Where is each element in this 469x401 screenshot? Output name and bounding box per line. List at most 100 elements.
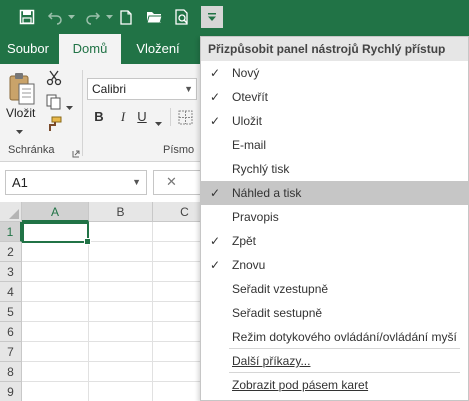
menu-item-label: E-mail: [232, 138, 267, 152]
underline-dropdown-icon[interactable]: [155, 116, 162, 130]
menu-item-redo[interactable]: ✓ Znovu: [201, 253, 468, 277]
customize-qat-menu: Přizpůsobit panel nástrojů Rychlý přístu…: [200, 36, 469, 401]
cancel-icon[interactable]: ✕: [166, 174, 177, 190]
menu-item-sort-descending[interactable]: Seřadit sestupně: [201, 301, 468, 325]
copy-dropdown-icon[interactable]: [66, 100, 73, 114]
row-header[interactable]: 4: [0, 282, 22, 302]
row-header[interactable]: 7: [0, 342, 22, 362]
menu-item-sort-ascending[interactable]: Seřadit vzestupně: [201, 277, 468, 301]
menu-item-label: Náhled a tisk: [232, 186, 302, 200]
column-header-a[interactable]: A: [22, 202, 89, 222]
row-header[interactable]: 5: [0, 302, 22, 322]
menu-item-label: Další příkazy...: [232, 354, 311, 368]
menu-item-print-preview[interactable]: ✓ Náhled a tisk: [201, 181, 468, 205]
row-header[interactable]: 9: [0, 382, 22, 401]
copy-icon[interactable]: [46, 94, 62, 113]
redo-icon[interactable]: [82, 6, 104, 28]
tab-file[interactable]: Soubor: [0, 34, 56, 64]
name-box[interactable]: A1 ▼: [5, 170, 147, 195]
menu-item-label: Otevřít: [232, 90, 269, 104]
check-icon: ✓: [209, 258, 221, 272]
undo-dropdown-icon[interactable]: [66, 6, 76, 28]
row-header[interactable]: 3: [0, 262, 22, 282]
check-icon: ✓: [209, 234, 221, 248]
grid-cell[interactable]: [22, 362, 89, 382]
menu-item-label: Znovu: [232, 258, 266, 272]
cut-icon[interactable]: [46, 70, 62, 89]
name-box-value: A1: [12, 175, 28, 190]
tab-home[interactable]: Domů: [59, 34, 121, 64]
menu-item-save[interactable]: ✓ Uložit: [201, 109, 468, 133]
group-separator: [82, 70, 83, 156]
menu-item-more-commands[interactable]: Další příkazy...: [201, 349, 468, 373]
menu-item-undo[interactable]: ✓ Zpět: [201, 229, 468, 253]
select-all-corner[interactable]: [0, 202, 22, 222]
format-painter-icon[interactable]: [46, 116, 62, 135]
bold-button[interactable]: B: [91, 108, 107, 126]
menu-item-label: Zpět: [232, 234, 257, 248]
menu-item-email[interactable]: E-mail: [201, 133, 468, 157]
grid-cell[interactable]: [89, 382, 153, 401]
new-icon[interactable]: [116, 6, 136, 28]
grid-cell[interactable]: [22, 322, 89, 342]
menu-item-open[interactable]: ✓ Otevřít: [201, 85, 468, 109]
undo-icon[interactable]: [44, 6, 66, 28]
grid-cell[interactable]: [22, 302, 89, 322]
name-box-dropdown-icon[interactable]: ▼: [132, 171, 141, 194]
active-cell[interactable]: [22, 222, 91, 245]
format-separator: [170, 108, 171, 126]
font-name-value: Calibri: [92, 82, 127, 96]
underline-button[interactable]: U: [134, 108, 150, 126]
menu-item-new[interactable]: ✓ Nový: [201, 61, 468, 85]
menu-item-label: Uložit: [232, 114, 263, 128]
quick-access-toolbar: [0, 0, 469, 34]
row-header[interactable]: 6: [0, 322, 22, 342]
grid-cell[interactable]: [89, 342, 153, 362]
save-icon[interactable]: [16, 6, 38, 28]
grid-cell[interactable]: [89, 242, 153, 262]
font-name-box[interactable]: Calibri ▼: [87, 78, 197, 100]
paste-dropdown-icon[interactable]: [16, 124, 23, 138]
column-header-b[interactable]: B: [89, 202, 153, 222]
font-group-label: Písmo: [163, 144, 195, 156]
menu-item-label: Pravopis: [232, 210, 279, 224]
grid-cell[interactable]: [89, 362, 153, 382]
menu-item-spelling[interactable]: Pravopis: [201, 205, 468, 229]
clipboard-launcher-icon[interactable]: [72, 147, 80, 161]
grid-cell[interactable]: [22, 382, 89, 401]
grid-cell[interactable]: [89, 302, 153, 322]
grid-cell[interactable]: [22, 242, 89, 262]
grid-cell[interactable]: [89, 322, 153, 342]
grid-cell[interactable]: [89, 262, 153, 282]
menu-item-label: Rychlý tisk: [232, 162, 290, 176]
row-header[interactable]: 8: [0, 362, 22, 382]
grid-cell[interactable]: [22, 342, 89, 362]
paste-icon[interactable]: [8, 72, 36, 106]
row-header[interactable]: 2: [0, 242, 22, 262]
check-icon: ✓: [209, 114, 221, 128]
redo-dropdown-icon[interactable]: [104, 6, 114, 28]
borders-icon[interactable]: [178, 110, 193, 128]
menu-item-label: Režim dotykového ovládání/ovládání myší: [232, 330, 457, 344]
grid-cell[interactable]: [89, 282, 153, 302]
menu-item-label: Zobrazit pod pásem karet: [232, 378, 369, 392]
row-header[interactable]: 1: [0, 222, 22, 242]
grid-cell[interactable]: [89, 222, 153, 242]
menu-item-touch-mouse-mode[interactable]: Režim dotykového ovládání/ovládání myší: [201, 325, 468, 349]
menu-item-label: Seřadit vzestupně: [232, 282, 329, 296]
open-icon[interactable]: [143, 6, 165, 28]
italic-button[interactable]: I: [115, 108, 131, 126]
clipboard-group-label: Schránka: [8, 144, 55, 156]
menu-item-quick-print[interactable]: Rychlý tisk: [201, 157, 468, 181]
menu-item-show-below-ribbon[interactable]: Zobrazit pod pásem karet: [201, 373, 468, 397]
grid-cell[interactable]: [22, 282, 89, 302]
print-preview-icon[interactable]: [172, 6, 194, 28]
tab-insert[interactable]: Vložení: [124, 34, 192, 64]
check-icon: ✓: [209, 186, 221, 200]
customize-qat-icon[interactable]: [201, 6, 223, 28]
grid-cell[interactable]: [22, 262, 89, 282]
check-icon: ✓: [209, 90, 221, 104]
paste-label[interactable]: Vložit: [6, 106, 35, 120]
menu-item-label: Seřadit sestupně: [232, 306, 323, 320]
font-name-dropdown-icon[interactable]: ▼: [184, 79, 193, 99]
